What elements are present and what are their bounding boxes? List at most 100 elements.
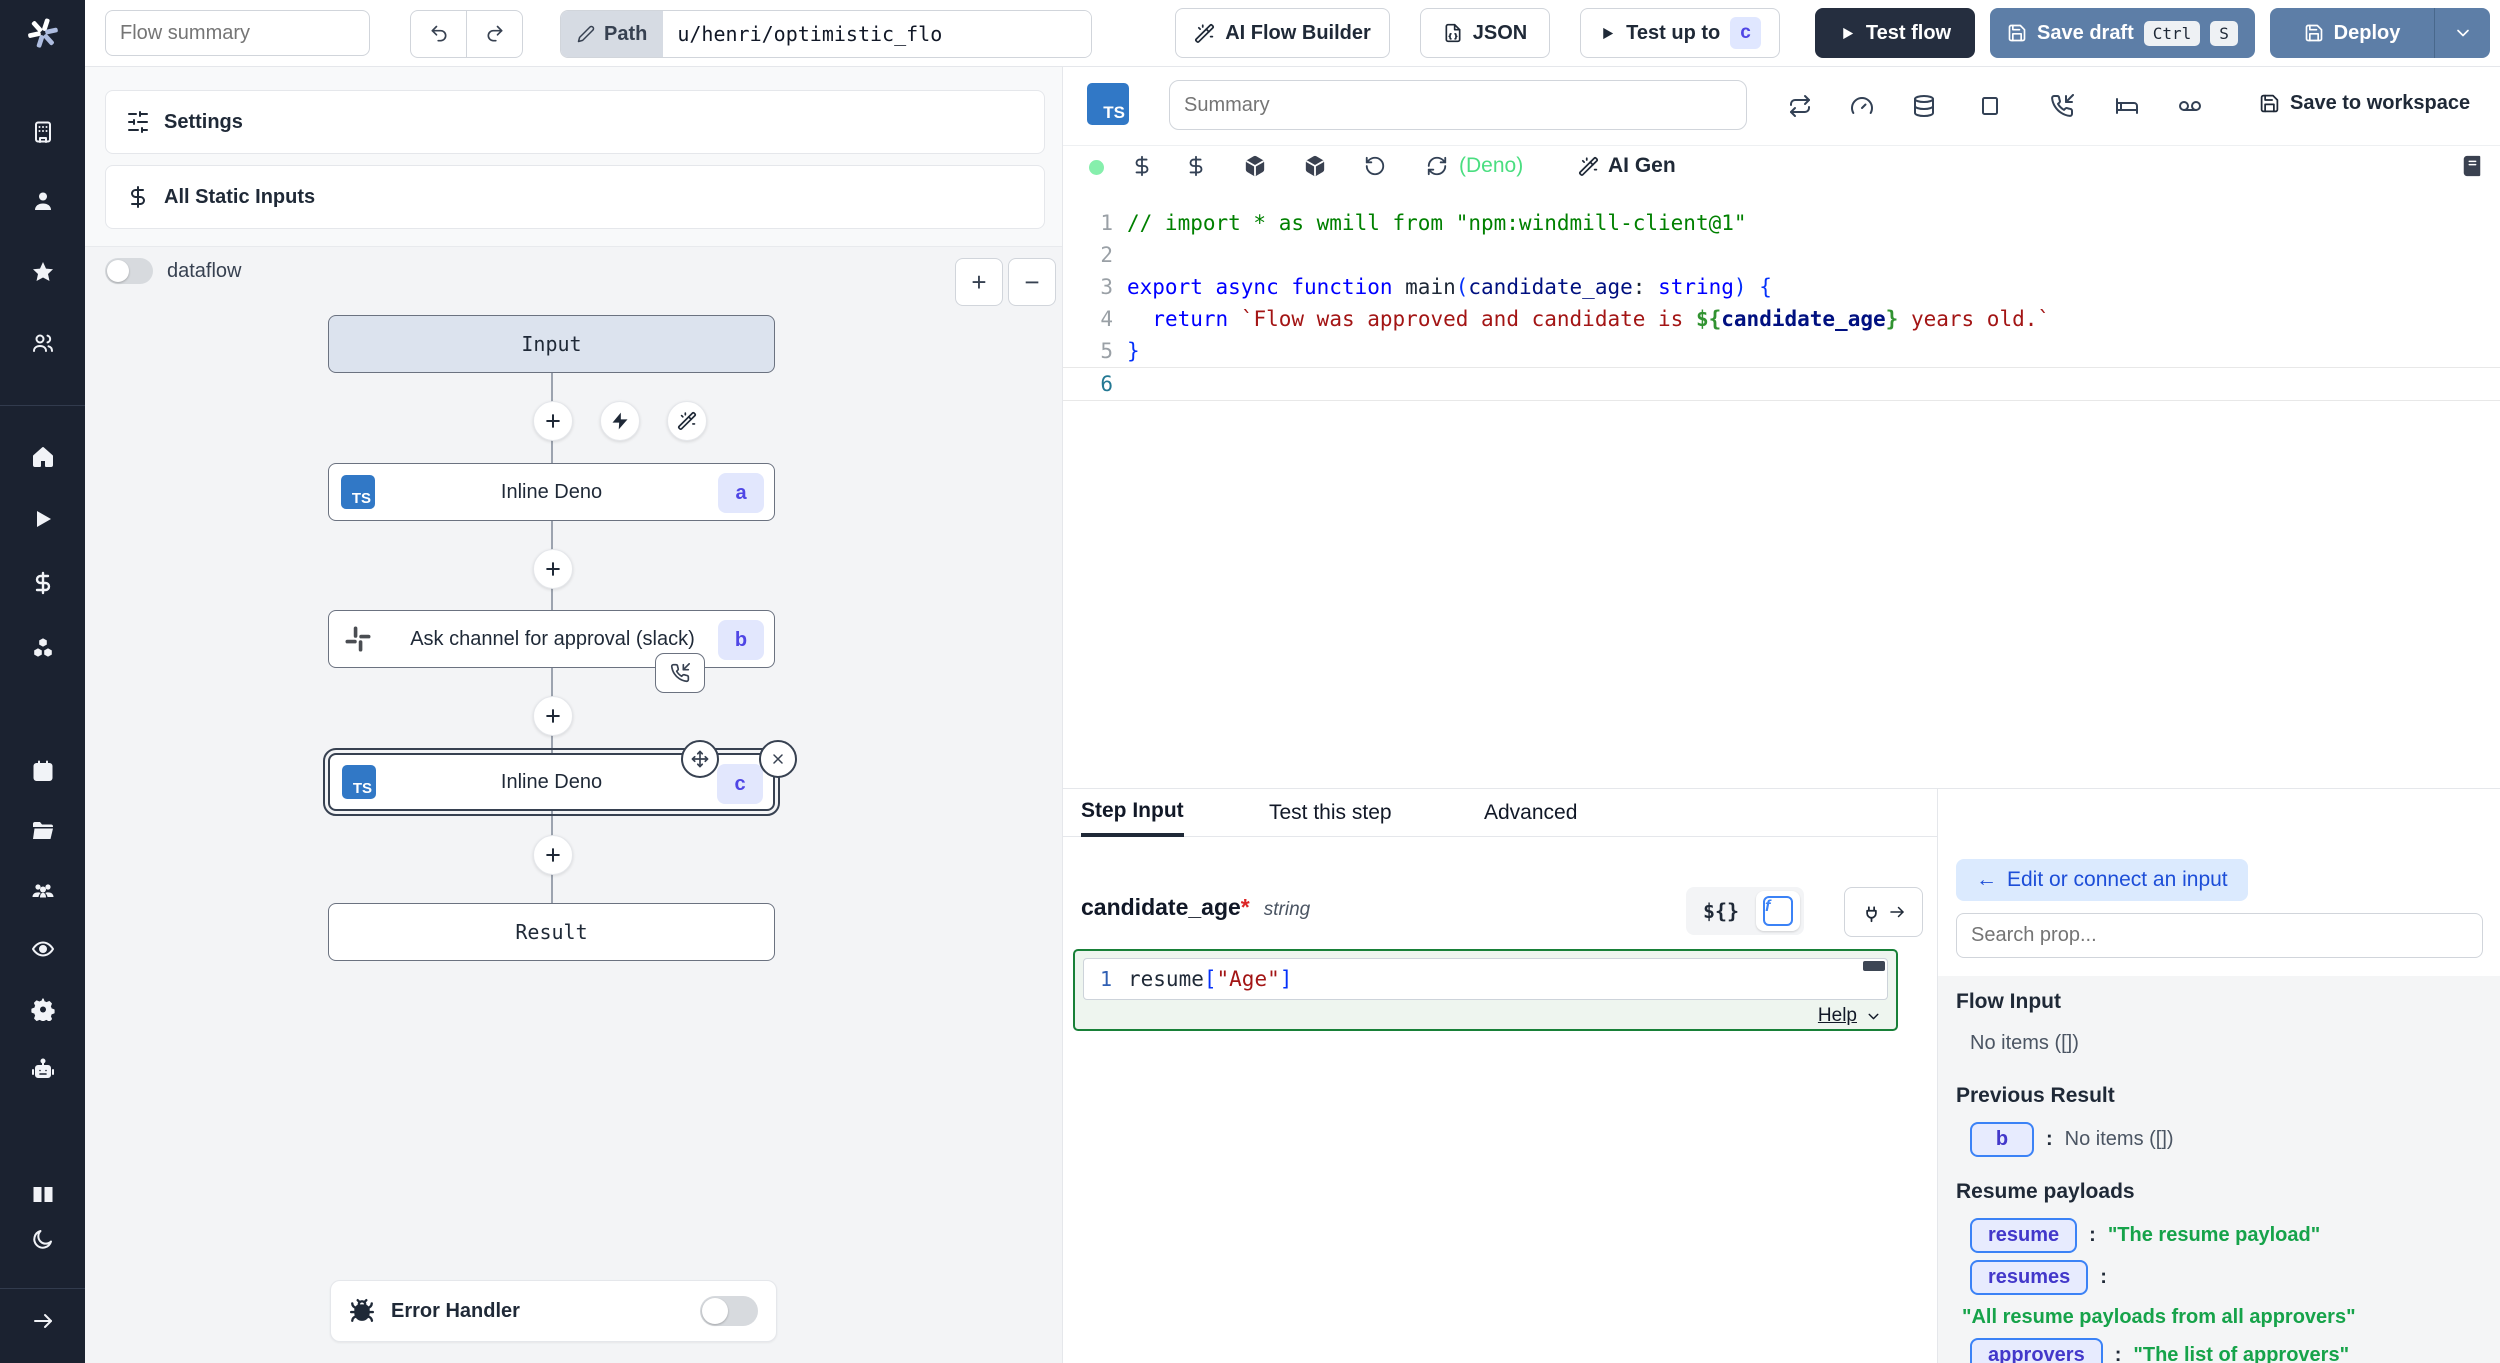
insert-step-button[interactable]	[533, 696, 573, 736]
tab-step-input[interactable]: Step Input	[1081, 789, 1184, 837]
redo-button[interactable]	[467, 11, 522, 57]
save-draft-button[interactable]: Save draft Ctrl S	[1990, 8, 2255, 58]
typescript-icon: TS	[341, 475, 375, 509]
schedules-calendar-icon[interactable]	[0, 759, 85, 783]
reset-rotate-ccw-icon[interactable]	[1364, 155, 1386, 177]
insert-step-button[interactable]	[533, 549, 573, 589]
flow-node-b[interactable]: Ask channel for approval (slack) b	[328, 610, 775, 668]
variables-dollar-icon[interactable]	[1131, 155, 1153, 177]
resources-boxes-icon[interactable]	[0, 634, 85, 658]
workers-robot-icon[interactable]	[0, 1058, 85, 1082]
folders-icon[interactable]	[0, 819, 85, 843]
flow-node-a[interactable]: TS Inline Deno a	[328, 463, 775, 521]
user-icon[interactable]	[0, 189, 85, 213]
language-label[interactable]: (Deno)	[1459, 154, 1523, 178]
expr-scrollbar[interactable]	[1863, 961, 1885, 971]
cache-database-icon[interactable]	[1912, 94, 1936, 118]
error-handler-toggle[interactable]	[700, 1296, 758, 1326]
expand-arrow-icon[interactable]	[0, 1309, 85, 1333]
settings-gear-icon[interactable]	[0, 997, 85, 1021]
dark-mode-moon-icon[interactable]	[0, 1227, 85, 1251]
secrets-dollar-icon[interactable]	[1185, 155, 1207, 177]
expression-editor[interactable]: 1 resume["Age"] Help	[1073, 949, 1898, 1031]
path-label[interactable]: Path	[561, 11, 663, 57]
prop-key-resumes[interactable]: resumes	[1970, 1260, 2088, 1295]
groups-icon[interactable]	[0, 878, 85, 902]
chevron-down-icon[interactable]	[1865, 1008, 1882, 1025]
code-editor[interactable]: 1// import * as wmill from "npm:windmill…	[1063, 190, 2500, 788]
tab-test-this-step[interactable]: Test this step	[1269, 789, 1392, 837]
ai-gen-button[interactable]: AI Gen	[1578, 154, 1676, 178]
package-icon[interactable]	[1304, 155, 1326, 177]
dataflow-toggle[interactable]	[105, 258, 153, 284]
favorites-star-icon[interactable]	[0, 260, 85, 284]
code-line: 1// import * as wmill from "npm:windmill…	[1063, 207, 2500, 239]
ai-step-button[interactable]	[667, 401, 707, 441]
edit-or-connect-button[interactable]: ← Edit or connect an input	[1956, 859, 2248, 901]
flow-settings-button[interactable]: Settings	[105, 90, 1045, 154]
flow-node-input[interactable]: Input	[328, 315, 775, 373]
all-static-inputs-button[interactable]: All Static Inputs	[105, 165, 1045, 229]
search-prop-input[interactable]	[1956, 913, 2483, 958]
windmill-logo[interactable]	[0, 14, 85, 52]
javascript-mode-option-selected[interactable]: f	[1756, 891, 1800, 931]
runs-play-icon[interactable]	[0, 507, 85, 531]
deploy-dropdown-button[interactable]	[2434, 8, 2490, 58]
flow-input-title: Flow Input	[1956, 990, 2061, 1014]
template-mode-option[interactable]: ${}	[1690, 899, 1752, 923]
help-link[interactable]: Help	[1818, 1005, 1857, 1027]
move-node-handle[interactable]	[681, 740, 719, 778]
suspend-phone-incoming-icon[interactable]	[2050, 94, 2074, 118]
expr-code: resume["Age"]	[1128, 967, 1292, 991]
package-icon[interactable]	[1244, 155, 1266, 177]
prop-key-approvers[interactable]: approvers	[1970, 1338, 2103, 1363]
connect-input-button[interactable]	[1844, 887, 1923, 937]
undo-button[interactable]	[411, 11, 467, 57]
step-summary-input[interactable]	[1169, 80, 1747, 130]
home-icon[interactable]	[0, 445, 85, 469]
code-line: 5}	[1063, 335, 2500, 367]
step-id-badge: a	[718, 473, 764, 513]
mock-voicemail-icon[interactable]	[2178, 94, 2202, 118]
typescript-icon: TS	[1087, 83, 1129, 125]
arrow-left-icon: ←	[1976, 868, 1997, 892]
early-stop-square-icon[interactable]	[1978, 94, 2002, 118]
error-handler-card[interactable]: Error Handler	[330, 1280, 777, 1342]
prop-key-b[interactable]: b	[1970, 1122, 2034, 1157]
resumes-desc: "All resume payloads from all approvers"	[1962, 1306, 2356, 1329]
expr-line-number: 1	[1084, 967, 1128, 991]
zoom-in-button[interactable]: +	[955, 258, 1003, 306]
save-to-workspace-button[interactable]: Save to workspace	[2259, 92, 2470, 115]
delete-node-button[interactable]	[759, 740, 797, 778]
insert-step-button[interactable]	[533, 835, 573, 875]
workspace-building-icon[interactable]	[0, 120, 85, 144]
flow-summary-input[interactable]	[105, 10, 370, 56]
library-book-icon[interactable]	[2461, 155, 2483, 177]
save-icon	[2304, 23, 2324, 43]
docs-book-icon[interactable]	[0, 1183, 85, 1207]
community-users-icon[interactable]	[0, 331, 85, 355]
reload-refresh-icon[interactable]	[1426, 155, 1448, 177]
test-up-to-button[interactable]: Test up to c	[1580, 8, 1780, 58]
test-flow-button[interactable]: Test flow	[1815, 8, 1975, 58]
json-button[interactable]: JSON	[1420, 8, 1550, 58]
phone-incoming-icon	[670, 663, 690, 683]
audit-eye-icon[interactable]	[0, 937, 85, 961]
zap-icon	[610, 411, 630, 431]
insert-step-button[interactable]	[533, 401, 573, 441]
zoom-out-button[interactable]: −	[1008, 258, 1056, 306]
pencil-icon	[577, 25, 595, 43]
sleep-bed-icon[interactable]	[2115, 94, 2139, 118]
path-input[interactable]	[663, 11, 1091, 57]
add-trigger-button[interactable]	[600, 401, 640, 441]
wand-sparkles-icon	[1578, 156, 1599, 177]
prop-key-resume[interactable]: resume	[1970, 1218, 2077, 1253]
tab-advanced[interactable]: Advanced	[1484, 789, 1577, 837]
suspend-approval-chip[interactable]	[655, 653, 705, 693]
retries-repeat-icon[interactable]	[1788, 94, 1812, 118]
ai-flow-builder-button[interactable]: AI Flow Builder	[1175, 8, 1390, 58]
variables-dollar-icon[interactable]	[0, 571, 85, 595]
timeout-gauge-icon[interactable]	[1850, 94, 1874, 118]
deploy-button[interactable]: Deploy	[2270, 8, 2434, 58]
flow-node-result[interactable]: Result	[328, 903, 775, 961]
